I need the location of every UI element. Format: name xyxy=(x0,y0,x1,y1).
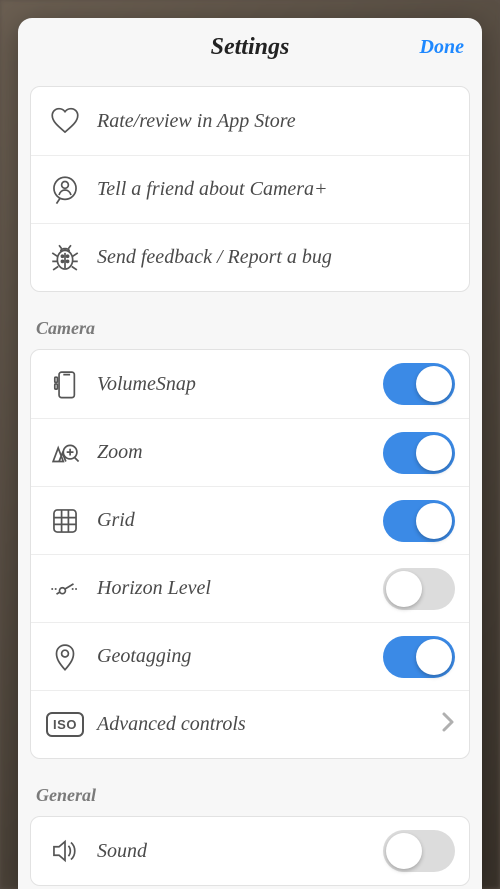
grid-toggle[interactable] xyxy=(383,500,455,542)
location-pin-icon xyxy=(45,637,85,677)
volumesnap-label: VolumeSnap xyxy=(97,373,383,396)
volumesnap-toggle[interactable] xyxy=(383,363,455,405)
settings-scroll[interactable]: Rate/review in App Store Tell a friend a… xyxy=(18,76,482,889)
sound-row: Sound xyxy=(31,817,469,885)
camera-section-header: Camera xyxy=(36,318,464,339)
speaker-icon xyxy=(45,831,85,871)
rate-label: Rate/review in App Store xyxy=(97,110,455,133)
geotag-toggle[interactable] xyxy=(383,636,455,678)
horizon-label: Horizon Level xyxy=(97,577,383,600)
feedback-label: Send feedback / Report a bug xyxy=(97,246,455,269)
tell-friend-row[interactable]: Tell a friend about Camera+ xyxy=(31,155,469,223)
about-group: Rate/review in App Store Tell a friend a… xyxy=(30,86,470,292)
sound-toggle[interactable] xyxy=(383,830,455,872)
settings-modal: Settings Done Rate/review in App Store xyxy=(18,18,482,889)
horizon-toggle[interactable] xyxy=(383,568,455,610)
camera-group: VolumeSnap Zoom xyxy=(30,349,470,759)
advanced-label: Advanced controls xyxy=(97,713,441,736)
geotag-row: Geotagging xyxy=(31,622,469,690)
zoom-label: Zoom xyxy=(97,441,383,464)
phone-volume-icon xyxy=(45,364,85,404)
page-title: Settings xyxy=(211,34,290,61)
volumesnap-row: VolumeSnap xyxy=(31,350,469,418)
advanced-row[interactable]: ISO Advanced controls xyxy=(31,690,469,758)
tell-friend-label: Tell a friend about Camera+ xyxy=(97,178,455,201)
geotag-label: Geotagging xyxy=(97,645,383,668)
grid-row: Grid xyxy=(31,486,469,554)
general-section-header: General xyxy=(36,785,464,806)
general-group: Sound xyxy=(30,816,470,886)
zoom-toggle[interactable] xyxy=(383,432,455,474)
zoom-icon xyxy=(45,433,85,473)
done-button[interactable]: Done xyxy=(420,18,464,76)
share-person-icon xyxy=(45,170,85,210)
modal-header: Settings Done xyxy=(18,18,482,76)
iso-icon: ISO xyxy=(45,705,85,745)
feedback-row[interactable]: Send feedback / Report a bug xyxy=(31,223,469,291)
sound-label: Sound xyxy=(97,840,383,863)
bug-icon xyxy=(45,238,85,278)
horizon-level-icon xyxy=(45,569,85,609)
horizon-row: Horizon Level xyxy=(31,554,469,622)
grid-label: Grid xyxy=(97,509,383,532)
rate-row[interactable]: Rate/review in App Store xyxy=(31,87,469,155)
chevron-right-icon xyxy=(441,711,455,738)
zoom-row: Zoom xyxy=(31,418,469,486)
grid-icon xyxy=(45,501,85,541)
heart-icon xyxy=(45,101,85,141)
